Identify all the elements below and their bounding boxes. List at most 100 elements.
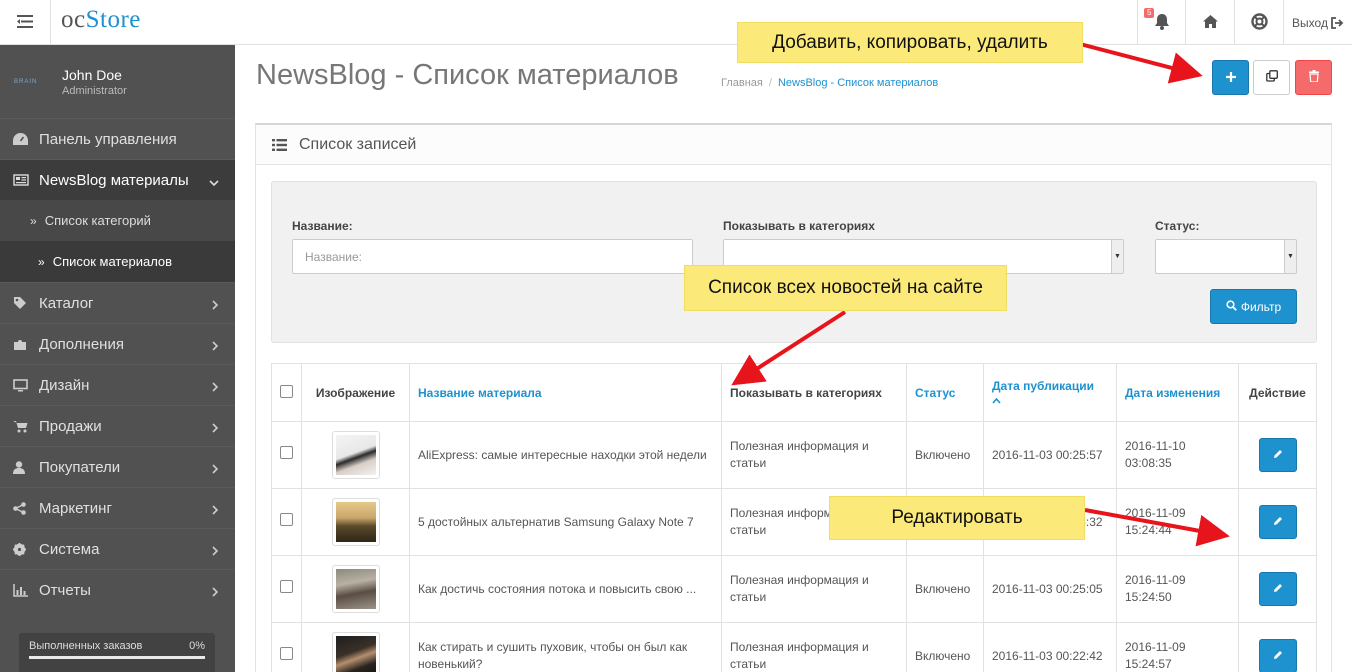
edit-button[interactable]	[1258, 572, 1297, 606]
sidebar-subitem-label: Список категорий	[44, 213, 151, 228]
sidebar-item-system[interactable]: Система	[0, 528, 235, 569]
material-thumbnail[interactable]	[331, 565, 380, 613]
help-button[interactable]	[1234, 0, 1283, 45]
table-row: 5 достойных альтернатив Samsung Galaxy N…	[271, 488, 1317, 556]
top-header: ocStore 5 Выход	[0, 0, 1352, 45]
select-arrow-icon: ▼	[1111, 240, 1123, 273]
callout-edit: Редактировать	[830, 497, 1084, 539]
delete-button[interactable]	[1295, 60, 1332, 95]
notifications-button[interactable]: 5	[1137, 0, 1185, 45]
row-status: Включено	[906, 622, 984, 672]
records-panel: Список записей Название: Название: Показ…	[255, 123, 1332, 672]
sort-status-link[interactable]: Статус	[915, 386, 955, 400]
filter-name-label: Название:	[292, 219, 353, 233]
sidebar-item-reports[interactable]: Отчеты	[0, 569, 235, 610]
col-name[interactable]: Название материала	[409, 363, 722, 422]
select-all-checkbox[interactable]	[280, 384, 293, 398]
bar-chart-icon	[13, 583, 39, 597]
col-date-published[interactable]: Дата публикации	[983, 363, 1117, 422]
sidebar-item-extensions[interactable]: Дополнения	[0, 323, 235, 364]
add-button[interactable]	[1212, 60, 1249, 95]
sort-date-published-link[interactable]: Дата публикации	[992, 379, 1094, 393]
row-image-cell	[301, 555, 410, 623]
edit-button[interactable]	[1258, 438, 1297, 472]
sidebar-item-design[interactable]: Дизайн	[0, 364, 235, 405]
sidebar-item-sales[interactable]: Продажи	[0, 405, 235, 446]
profile-logo: BRAIN	[14, 78, 38, 85]
row-checkbox[interactable]	[280, 580, 293, 593]
breadcrumb-current-link[interactable]: NewsBlog - Список материалов	[778, 77, 938, 89]
sidebar-item-marketing[interactable]: Маркетинг	[0, 487, 235, 528]
sort-date-modified-link[interactable]: Дата изменения	[1125, 386, 1220, 400]
logo[interactable]: ocStore	[61, 6, 141, 34]
newspaper-icon	[13, 174, 39, 186]
bell-icon	[1154, 13, 1170, 33]
sidebar-subitem-materials[interactable]: » Список материалов	[0, 241, 235, 282]
edit-button[interactable]	[1258, 505, 1297, 539]
chevron-right-icon	[212, 584, 219, 601]
pencil-icon	[1273, 581, 1283, 598]
col-action: Действие	[1238, 363, 1317, 422]
logout-button[interactable]: Выход	[1283, 0, 1352, 45]
material-thumbnail[interactable]	[331, 498, 380, 546]
chevron-right-icon	[212, 338, 219, 355]
row-image-cell	[301, 421, 410, 489]
material-thumbnail[interactable]	[331, 431, 380, 479]
tag-icon	[13, 296, 39, 310]
sidebar-item-label: Система	[39, 540, 100, 558]
menu-toggle-button[interactable]	[0, 0, 51, 45]
col-date-modified[interactable]: Дата изменения	[1116, 363, 1239, 422]
notification-badge: 5	[1144, 8, 1155, 18]
material-thumbnail[interactable]	[331, 632, 380, 672]
logo-prefix: oc	[61, 6, 86, 33]
edit-button[interactable]	[1258, 639, 1297, 672]
filter-status-select[interactable]: ▼	[1155, 239, 1297, 274]
pencil-icon	[1273, 648, 1283, 665]
logo-suffix: Store	[85, 6, 141, 33]
chevron-right-icon	[212, 461, 219, 478]
row-image-cell	[301, 622, 410, 672]
sidebar-item-label: Покупатели	[39, 458, 121, 476]
breadcrumb-home-link[interactable]: Главная	[721, 77, 763, 89]
breadcrumb-separator: /	[768, 77, 772, 89]
user-icon	[13, 460, 39, 474]
sidebar-subitem-categories[interactable]: » Список категорий	[0, 200, 235, 241]
panel-title: Список записей	[299, 135, 417, 153]
sidebar-item-newsblog[interactable]: NewsBlog материалы	[0, 159, 235, 200]
row-checkbox[interactable]	[280, 513, 293, 526]
sort-caret-up-icon	[992, 393, 1001, 407]
hamburger-icon	[17, 14, 33, 31]
row-name: Как достичь состояния потока и повысить …	[409, 555, 722, 623]
trash-icon	[1308, 70, 1319, 85]
row-action-cell	[1238, 555, 1317, 623]
filter-status-label: Статус:	[1155, 219, 1200, 233]
logout-label: Выход	[1292, 15, 1328, 30]
filter-name-input[interactable]: Название:	[292, 239, 693, 274]
page-title: NewsBlog - Список материалов	[256, 59, 679, 91]
row-date-published: 2016-11-03 00:25:57	[983, 421, 1117, 489]
row-image-cell	[301, 488, 410, 556]
filter-button-label: Фильтр	[1240, 299, 1282, 314]
user-profile[interactable]: BRAIN John Doe Administrator	[0, 45, 235, 118]
chevron-right-icon	[212, 379, 219, 396]
filter-box: Название: Название: Показывать в категор…	[271, 181, 1317, 343]
row-checkbox[interactable]	[280, 446, 293, 459]
sidebar-item-label: NewsBlog материалы	[39, 171, 189, 189]
row-date-modified: 2016-11-09 15:24:44	[1116, 488, 1239, 556]
row-date-modified: 2016-11-09 15:24:50	[1116, 555, 1239, 623]
sidebar-item-dashboard[interactable]: Панель управления	[0, 118, 235, 159]
copy-button[interactable]	[1253, 60, 1290, 95]
lifebuoy-icon	[1250, 12, 1268, 33]
list-icon	[272, 138, 287, 151]
arrow-to-action-buttons	[1079, 42, 1203, 84]
row-checkbox[interactable]	[280, 647, 293, 660]
sidebar-item-customers[interactable]: Покупатели	[0, 446, 235, 487]
sort-name-link[interactable]: Название материала	[418, 386, 542, 400]
sidebar-item-label: Продажи	[39, 417, 102, 435]
col-status[interactable]: Статус	[906, 363, 984, 422]
copy-icon	[1265, 70, 1278, 85]
filter-button[interactable]: Фильтр	[1210, 289, 1297, 324]
home-button[interactable]	[1185, 0, 1234, 45]
row-date-modified: 2016-11-09 15:24:57	[1116, 622, 1239, 672]
sidebar-item-catalog[interactable]: Каталог	[0, 282, 235, 323]
